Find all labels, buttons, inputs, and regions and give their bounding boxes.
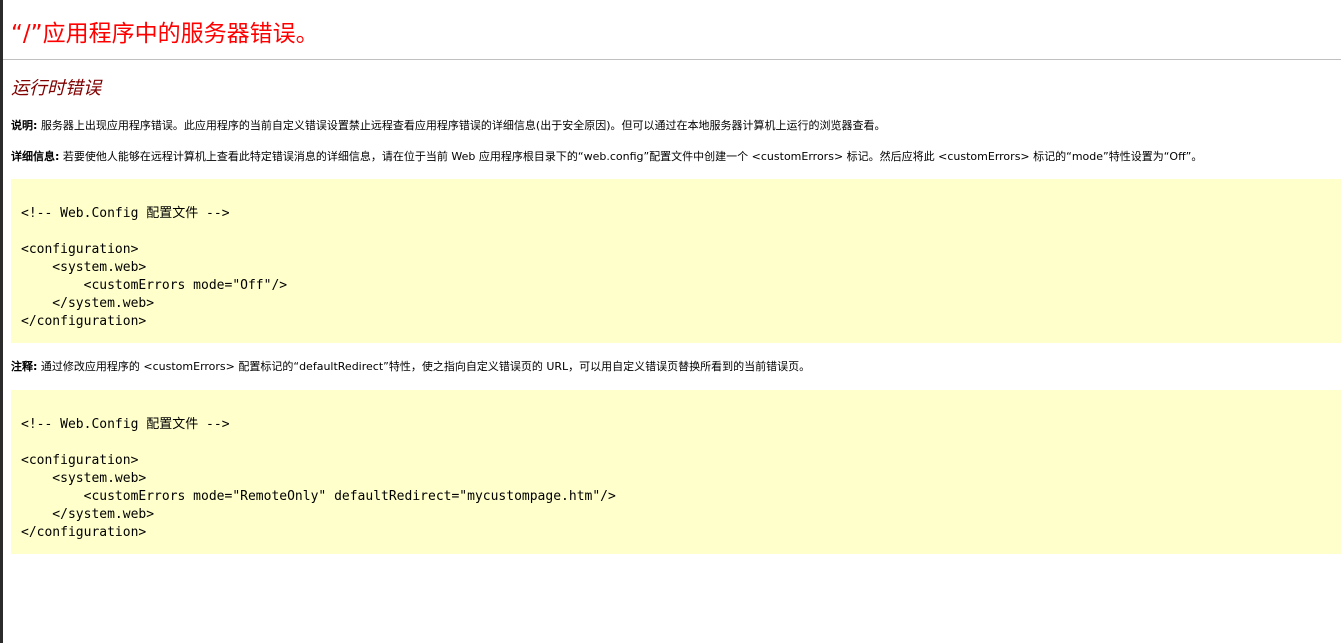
notes-paragraph: 注释: 通过修改应用程序的 <customErrors> 配置标记的“defau… bbox=[11, 359, 810, 375]
config-code-block-redirect: <!-- Web.Config 配置文件 --> <configuration>… bbox=[11, 390, 1341, 554]
notes-text: 通过修改应用程序的 <customErrors> 配置标记的“defaultRe… bbox=[37, 360, 811, 373]
window-left-border bbox=[0, 0, 3, 643]
page-title: “/”应用程序中的服务器错误。 bbox=[11, 21, 319, 47]
description-paragraph: 说明: 服务器上出现应用程序错误。此应用程序的当前自定义错误设置禁止远程查看应用… bbox=[11, 118, 885, 134]
config-code-block-off: <!-- Web.Config 配置文件 --> <configuration>… bbox=[11, 179, 1341, 343]
title-divider bbox=[3, 59, 1341, 60]
error-subtitle: 运行时错误 bbox=[11, 78, 101, 99]
details-label: 详细信息: bbox=[11, 150, 60, 163]
details-text: 若要使他人能够在远程计算机上查看此特定错误消息的详细信息，请在位于当前 Web … bbox=[59, 150, 1203, 163]
description-label: 说明: bbox=[11, 119, 38, 132]
description-text: 服务器上出现应用程序错误。此应用程序的当前自定义错误设置禁止远程查看应用程序错误… bbox=[37, 119, 886, 132]
details-paragraph: 详细信息: 若要使他人能够在远程计算机上查看此特定错误消息的详细信息，请在位于当… bbox=[11, 149, 1202, 165]
notes-label: 注释: bbox=[11, 360, 38, 373]
config-code-redirect: <!-- Web.Config 配置文件 --> <configuration>… bbox=[21, 417, 616, 540]
config-code-off: <!-- Web.Config 配置文件 --> <configuration>… bbox=[21, 206, 288, 329]
